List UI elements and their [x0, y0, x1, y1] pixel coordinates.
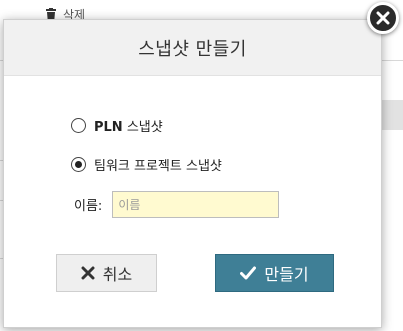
dialog-header: 스냅샷 만들기	[4, 20, 381, 76]
background-row	[382, 100, 403, 130]
option-pln-label: PLN 스냅샷	[94, 116, 163, 135]
radio-button-teamwork[interactable]	[71, 157, 86, 172]
name-label: 이름:	[74, 199, 103, 214]
x-icon	[81, 266, 95, 280]
radio-button-pln[interactable]	[71, 118, 86, 133]
option-pln-label-rest: 스냅샷	[122, 120, 163, 135]
check-icon	[240, 266, 257, 280]
background-divider	[382, 60, 403, 61]
cancel-button[interactable]: 취소	[56, 254, 157, 292]
close-button[interactable]	[367, 2, 399, 34]
name-field-row: 이름:	[74, 191, 280, 218]
dialog-title: 스냅샷 만들기	[138, 38, 247, 60]
create-button[interactable]: 만들기	[215, 254, 334, 292]
option-teamwork-label: 팀워크 프로젝트 스냅샷	[94, 159, 222, 174]
option-teamwork-snapshot[interactable]: 팀워크 프로젝트 스냅샷	[71, 155, 222, 174]
cancel-button-label: 취소	[102, 265, 133, 284]
option-pln-snapshot[interactable]: PLN 스냅샷	[71, 116, 163, 135]
option-pln-label-strong: PLN	[94, 120, 123, 135]
create-snapshot-dialog: 스냅샷 만들기 PLN 스냅샷 팀워크 프로젝트 스냅샷 이름: 취소 만들기	[3, 19, 382, 328]
name-input[interactable]	[112, 191, 280, 218]
create-button-label: 만들기	[264, 265, 309, 284]
close-icon	[376, 11, 390, 25]
